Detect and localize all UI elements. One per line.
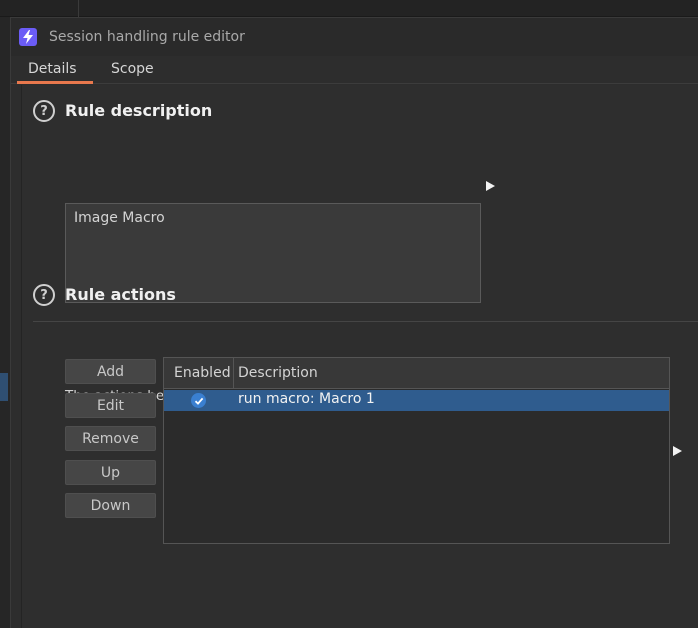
background-app-toolbar <box>0 0 698 17</box>
lightning-bolt-icon <box>19 28 37 46</box>
rule-actions-table: Enabled Description run macro: Macro 1 <box>163 357 670 544</box>
add-button[interactable]: Add <box>65 359 156 384</box>
section-divider <box>33 321 698 322</box>
question-circle-icon[interactable]: ? <box>33 284 55 306</box>
table-header: Enabled Description <box>164 358 669 389</box>
remove-button[interactable]: Remove <box>65 426 156 451</box>
tab-scope[interactable]: Scope <box>111 61 154 77</box>
question-circle-icon[interactable]: ? <box>33 100 55 122</box>
row-description: run macro: Macro 1 <box>238 391 375 407</box>
active-tab-indicator <box>17 81 93 84</box>
rule-actions-heading: Rule actions <box>65 285 176 304</box>
rule-description-heading: Rule description <box>65 101 213 120</box>
collapse-arrow-icon[interactable] <box>486 181 495 191</box>
column-header-description[interactable]: Description <box>234 358 669 388</box>
tab-bar: Details Scope <box>11 56 698 84</box>
checkmark-icon <box>194 397 203 405</box>
column-header-enabled[interactable]: Enabled <box>164 358 234 388</box>
up-button[interactable]: Up <box>65 460 156 485</box>
details-panel: ? Rule description Image Macro ? Rule ac… <box>21 85 698 628</box>
toolbar-divider <box>78 0 79 17</box>
enabled-checkbox[interactable] <box>191 393 206 408</box>
collapse-arrow-icon[interactable] <box>673 446 682 456</box>
tab-details[interactable]: Details <box>28 61 77 77</box>
down-button[interactable]: Down <box>65 493 156 518</box>
background-app-sidebar <box>0 17 10 628</box>
title-bar[interactable]: Session handling rule editor <box>11 18 698 56</box>
table-row[interactable]: run macro: Macro 1 <box>164 390 669 411</box>
edit-button[interactable]: Edit <box>65 393 156 418</box>
screen: Session handling rule editor Details Sco… <box>0 0 698 628</box>
window-title: Session handling rule editor <box>49 29 245 45</box>
background-selected-item <box>0 373 8 401</box>
session-rule-editor-dialog: Session handling rule editor Details Sco… <box>10 17 698 628</box>
